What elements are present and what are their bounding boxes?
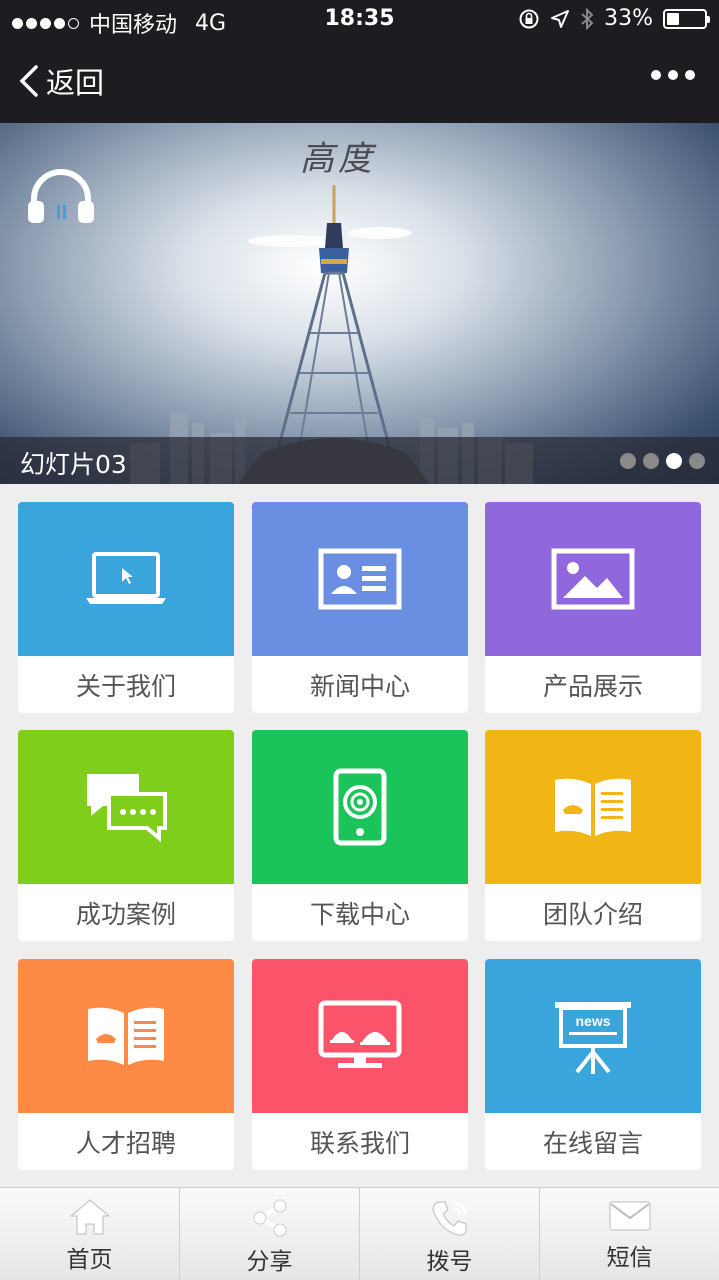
monitor-icon <box>318 1000 402 1068</box>
tile-icon-area <box>252 730 468 884</box>
slide-dot[interactable] <box>620 453 636 469</box>
banner-logo: 高度 <box>300 139 376 179</box>
tile-label: 人才招聘 <box>75 1128 176 1158</box>
tile-label: 关于我们 <box>75 671 176 701</box>
tile-icon-area <box>18 502 234 656</box>
headphones-icon <box>28 169 94 223</box>
battery-percent: 33% <box>604 6 653 31</box>
tab-label: 首页 <box>66 1247 113 1273</box>
share-icon <box>253 1199 286 1237</box>
tab-label: 拨号 <box>426 1249 473 1275</box>
slide-dot[interactable] <box>643 453 659 469</box>
tile-label: 产品展示 <box>542 671 643 701</box>
back-label: 返回 <box>46 66 105 100</box>
tile-download-center[interactable]: 下载中心 <box>252 730 468 941</box>
tile-online-message[interactable]: news 在线留言 <box>485 959 701 1170</box>
open-book-icon <box>555 778 631 836</box>
tab-home[interactable]: 首页 <box>0 1188 179 1280</box>
slide-caption-bar: 幻灯片03 <box>0 437 719 484</box>
tile-icon-area <box>485 502 701 656</box>
envelope-icon <box>609 1201 650 1231</box>
home-icon <box>69 1199 110 1235</box>
back-button[interactable]: 返回 <box>18 60 104 102</box>
tile-icon-area: news <box>485 959 701 1113</box>
tile-success-cases[interactable]: 成功案例 <box>18 730 234 941</box>
tile-icon-area <box>18 959 234 1113</box>
slide-dot[interactable] <box>666 453 682 469</box>
open-book-icon <box>88 1007 164 1065</box>
tile-label: 下载中心 <box>309 899 410 929</box>
tile-recruitment[interactable]: 人才招聘 <box>18 959 234 1170</box>
chevron-left-icon <box>19 65 38 97</box>
tile-product-showcase[interactable]: 产品展示 <box>485 502 701 713</box>
more-options-button[interactable] <box>651 70 695 80</box>
tile-icon-area <box>252 959 468 1113</box>
tile-contact-us[interactable]: 联系我们 <box>252 959 468 1170</box>
bluetooth-icon <box>581 7 594 30</box>
slide-caption: 幻灯片03 <box>20 450 127 479</box>
svg-text:news: news <box>575 1013 610 1029</box>
tile-label: 联系我们 <box>309 1128 410 1158</box>
tab-sms[interactable]: 短信 <box>539 1188 719 1280</box>
picture-icon <box>551 548 635 610</box>
location-arrow-icon <box>551 9 570 28</box>
slideshow-banner[interactable]: 高度 幻灯片03 <box>0 123 719 484</box>
tile-label: 团队介绍 <box>542 899 643 929</box>
slide-dot[interactable] <box>689 453 705 469</box>
tab-label: 短信 <box>606 1245 653 1271</box>
status-bar: 中国移动 4G 18:35 33% <box>0 0 719 40</box>
news-board-icon: news <box>555 1002 631 1074</box>
tile-label: 在线留言 <box>542 1128 643 1158</box>
tile-icon-area <box>485 730 701 884</box>
tile-team-intro[interactable]: 团队介绍 <box>485 730 701 941</box>
rotation-lock-icon <box>519 9 539 28</box>
tab-share[interactable]: 分享 <box>179 1188 359 1280</box>
phone-icon <box>333 768 387 846</box>
tile-label: 新闻中心 <box>309 671 410 701</box>
tab-dial[interactable]: 拨号 <box>359 1188 539 1280</box>
phone-call-icon <box>431 1200 467 1236</box>
bottom-tab-bar: 首页 分享 拨号 短信 <box>0 1187 719 1280</box>
tile-label: 成功案例 <box>75 899 176 929</box>
nav-bar: 返回 <box>0 40 719 123</box>
tile-about-us[interactable]: 关于我们 <box>18 502 234 713</box>
id-card-icon <box>318 548 402 610</box>
tile-news-center[interactable]: 新闻中心 <box>252 502 468 713</box>
tile-icon-area <box>252 502 468 656</box>
chat-bubbles-icon <box>87 774 167 843</box>
slide-indicator[interactable] <box>620 453 705 469</box>
tile-icon-area <box>18 730 234 884</box>
laptop-icon <box>86 552 166 604</box>
audio-toggle-button[interactable] <box>26 167 96 229</box>
battery-icon <box>663 8 710 29</box>
tab-label: 分享 <box>246 1249 293 1275</box>
